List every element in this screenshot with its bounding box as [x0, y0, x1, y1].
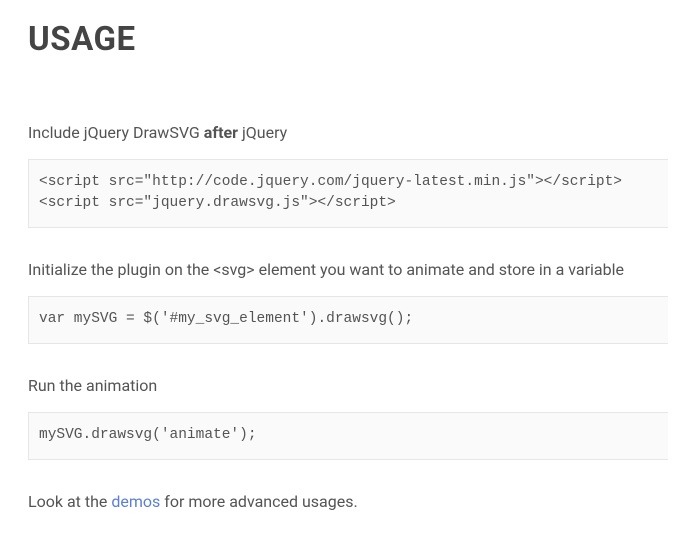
- instruction-run: Run the animation: [28, 374, 668, 398]
- code-block-scripts: <script src="http://code.jquery.com/jque…: [28, 159, 668, 229]
- text-fragment: Include jQuery DrawSVG: [28, 123, 204, 142]
- text-fragment: for more advanced usages.: [160, 492, 357, 511]
- text-fragment: element you want to animate and store in…: [255, 260, 624, 279]
- instruction-include: Include jQuery DrawSVG after jQuery: [28, 121, 668, 145]
- text-fragment: Look at the: [28, 492, 111, 511]
- instruction-demos: Look at the demos for more advanced usag…: [28, 490, 668, 514]
- emphasis-after: after: [204, 123, 238, 142]
- instruction-initialize: Initialize the plugin on the <svg> eleme…: [28, 258, 668, 282]
- text-fragment: Initialize the plugin on the: [28, 260, 213, 279]
- demos-link[interactable]: demos: [111, 492, 160, 511]
- code-block-animate: mySVG.drawsvg('animate');: [28, 412, 668, 460]
- page-heading: USAGE: [28, 15, 668, 65]
- inline-code-svg: <svg>: [213, 260, 254, 279]
- text-fragment: jQuery: [238, 123, 287, 142]
- code-block-init: var mySVG = $('#my_svg_element').drawsvg…: [28, 296, 668, 344]
